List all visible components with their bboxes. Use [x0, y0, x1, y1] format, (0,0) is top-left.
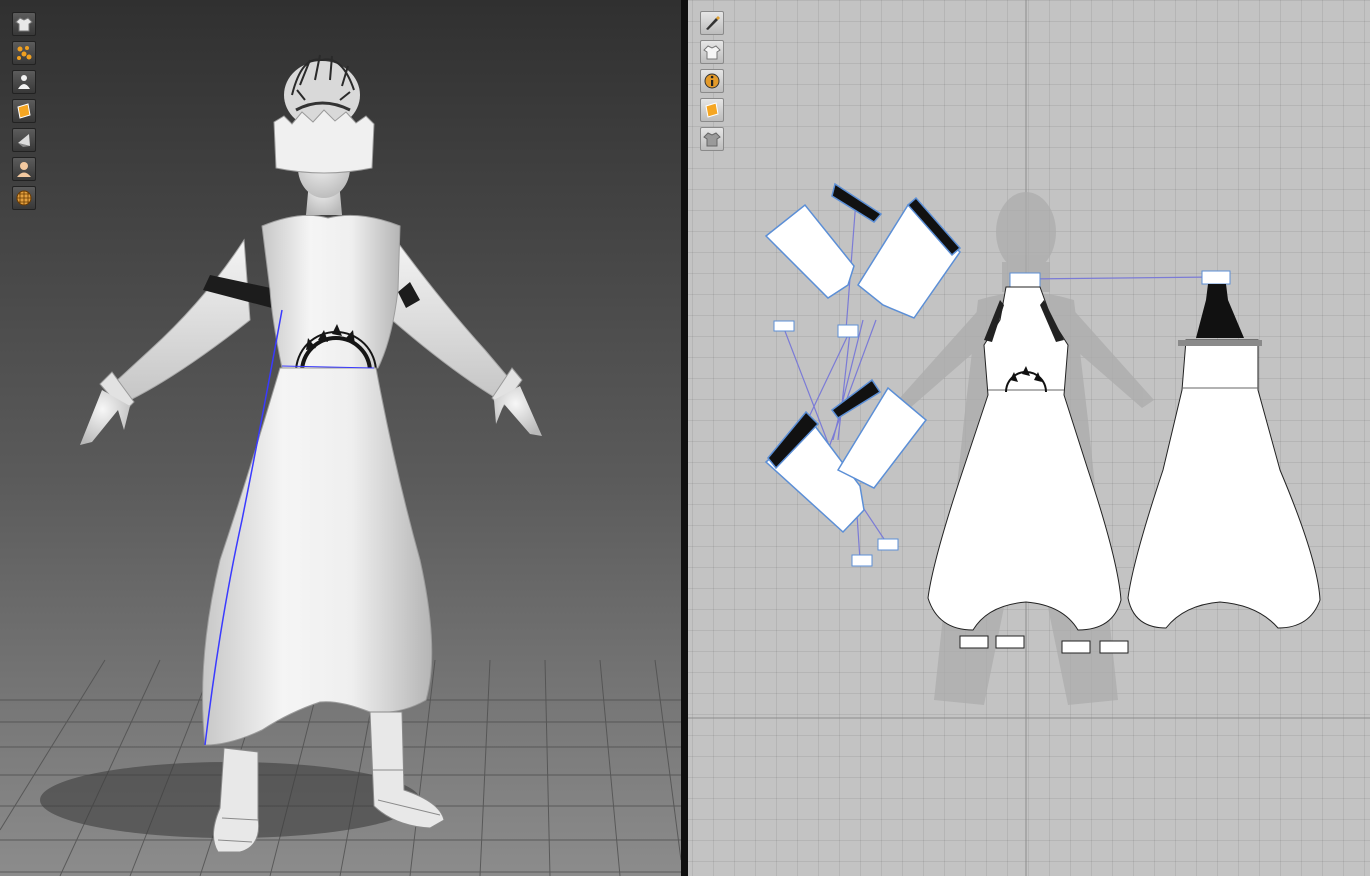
- grid-display-icon[interactable]: [12, 186, 36, 210]
- pattern-edit-icon[interactable]: [700, 11, 724, 35]
- avatar-skin-icon[interactable]: [12, 157, 36, 181]
- dress-skirt: [202, 367, 433, 746]
- 3d-viewport[interactable]: [0, 0, 681, 876]
- info-icon[interactable]: [700, 69, 724, 93]
- pattern-canvas[interactable]: [688, 0, 1370, 876]
- sleeve-pattern-lower: [764, 378, 928, 534]
- dress-bodice: [261, 214, 401, 369]
- viewport-divider[interactable]: [681, 0, 688, 876]
- 2d-pattern-viewport[interactable]: [688, 0, 1370, 876]
- 2d-toolbar: [700, 11, 724, 151]
- headband-crown: [273, 109, 375, 174]
- 3d-scene[interactable]: [0, 0, 681, 876]
- 3d-toolbar: [12, 12, 36, 210]
- back-dress-pattern: [1127, 284, 1321, 629]
- avatar-display-icon[interactable]: [12, 70, 36, 94]
- particle-display-icon[interactable]: [12, 41, 36, 65]
- garment-display-icon[interactable]: [12, 12, 36, 36]
- left-sleeve: [99, 238, 280, 413]
- garment-visibility-icon[interactable]: [700, 40, 724, 64]
- fabric-texture-icon[interactable]: [700, 98, 724, 122]
- right-sleeve: [391, 238, 523, 409]
- pattern-solid-icon[interactable]: [12, 128, 36, 152]
- fabric-texture-icon[interactable]: [12, 99, 36, 123]
- sleeve-pattern-upper: [764, 182, 962, 319]
- garment-lock-icon[interactable]: [700, 127, 724, 151]
